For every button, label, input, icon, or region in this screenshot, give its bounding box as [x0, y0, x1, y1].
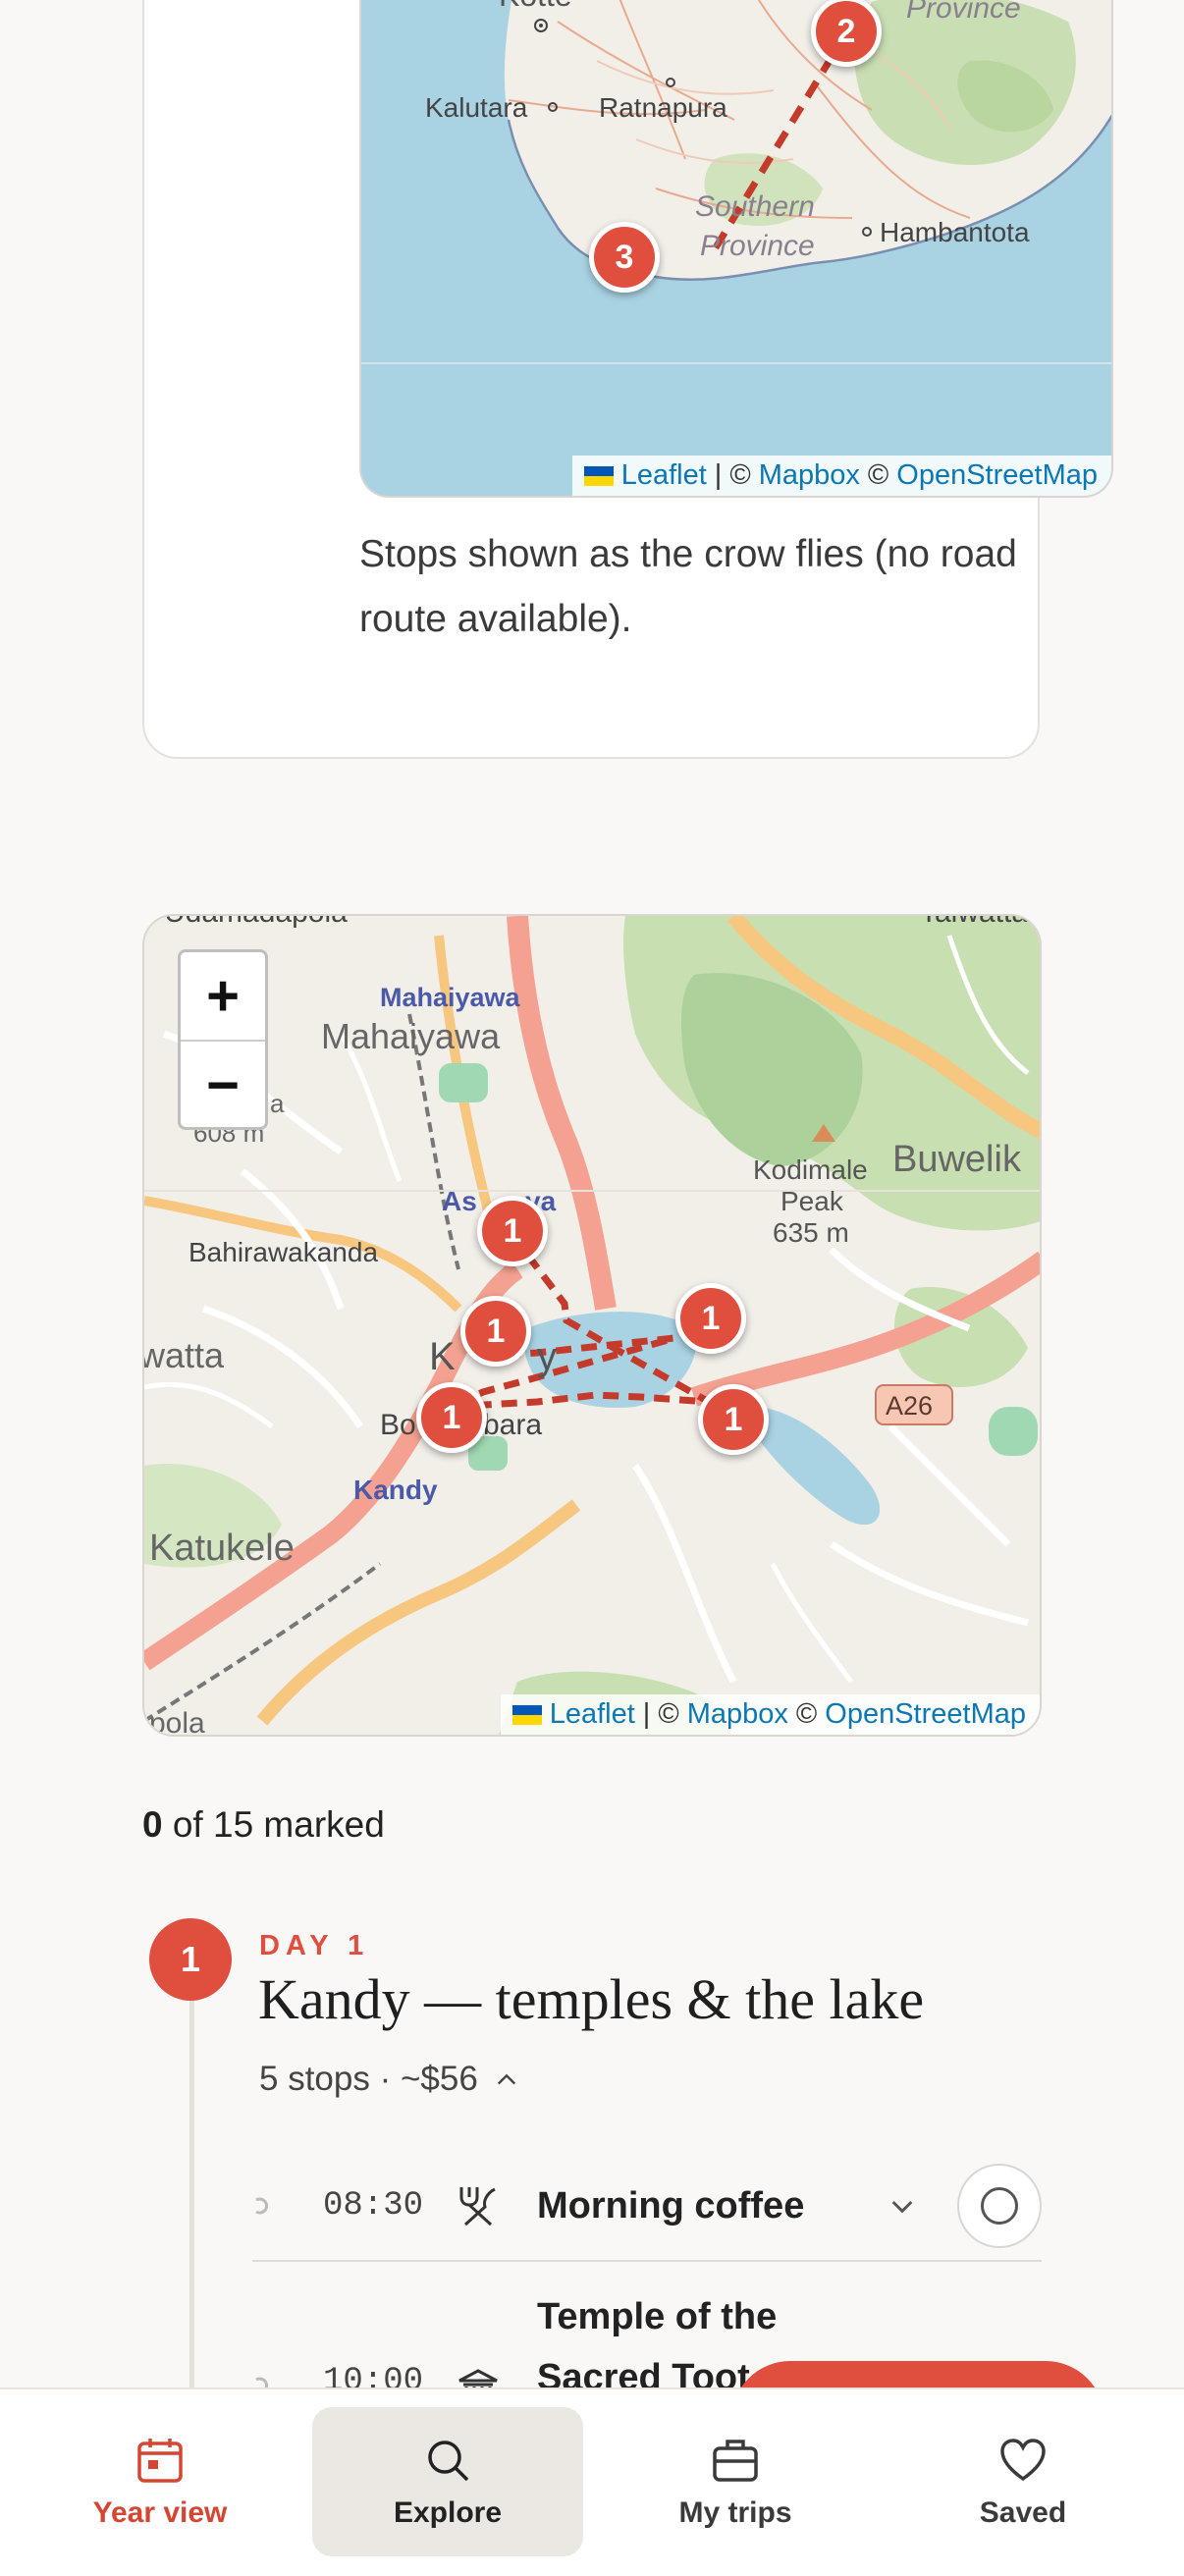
route-map[interactable]: Kotte Province Kalutara Ratnapura Southe… — [359, 0, 1113, 498]
map-attribution: Leaflet | © Mapbox © OpenStreetMap — [500, 1694, 1040, 1735]
mapbox-link[interactable]: Mapbox — [759, 459, 860, 492]
day-marker[interactable]: 1 — [477, 1196, 548, 1266]
zoom-out-button[interactable]: − — [181, 1042, 265, 1129]
day-title: Kandy — temples & the lake — [258, 1967, 925, 2031]
nav-label: Explore — [393, 2496, 503, 2529]
mark-done-button[interactable] — [957, 2164, 1042, 2248]
map-label-province: Province — [700, 230, 815, 262]
chevron-up-icon — [497, 2073, 515, 2085]
attribution-copyright: © — [729, 459, 751, 491]
ukraine-flag-icon — [511, 1704, 542, 1725]
map-label-southern: Southern — [695, 190, 815, 223]
map-label-kandy-station: Kandy — [353, 1475, 438, 1505]
leaflet-link[interactable]: Leaflet — [621, 459, 707, 492]
day-map-tiles: Udamadapola Talwatta Mahaiyawa Mahaiyawa… — [144, 916, 1040, 1737]
marked-count: 0 of 15 marked — [142, 1804, 385, 1846]
map-label-a: a — [270, 1089, 285, 1118]
map-label-kodimale: Kodimale — [753, 1154, 868, 1185]
attribution-copyright: © — [658, 1698, 679, 1730]
day-marker[interactable]: 1 — [460, 1296, 531, 1367]
map-label-mahaiyawa: Mahaiyawa — [321, 1016, 501, 1056]
map-label-asgiriya: As — [442, 1186, 477, 1216]
map-label-katukele: Katukele — [149, 1528, 295, 1569]
day-map[interactable]: Udamadapola Talwatta Mahaiyawa Mahaiyawa… — [142, 914, 1042, 1737]
route-map-tiles: Kotte Province Kalutara Ratnapura Southe… — [361, 0, 1111, 496]
map-label-watta: watta — [144, 1335, 225, 1375]
map-label-ratnapura: Ratnapura — [599, 92, 727, 123]
nav-my-trips[interactable]: My trips — [600, 2407, 871, 2556]
zoom-control: + − — [178, 949, 268, 1130]
attribution-separator: | — [714, 459, 723, 491]
briefcase-icon — [713, 2440, 758, 2482]
marked-count-text: of 15 marked — [162, 1804, 385, 1845]
map-label-kalutara: Kalutara — [425, 92, 528, 123]
map-label-udamadapola: Udamadapola — [164, 916, 348, 929]
mapbox-link[interactable]: Mapbox — [687, 1698, 788, 1731]
map-label-bogambara-bara: bara — [483, 1409, 542, 1441]
search-icon — [428, 2441, 469, 2482]
nav-label: Saved — [979, 2496, 1067, 2529]
day-summary: 5 stops · ~$56 — [259, 2060, 478, 2098]
heart-icon — [1000, 2439, 1046, 2482]
nav-explore[interactable]: Explore — [312, 2407, 583, 2556]
map-label-pola: pola — [149, 1707, 205, 1737]
map-label-elevation-635: 635 m — [773, 1217, 849, 1248]
map-label-bogambara-bo: Bo — [380, 1409, 416, 1441]
calendar-icon — [137, 2439, 183, 2483]
day-number-badge: 1 — [149, 1918, 232, 2001]
nav-label: Year view — [92, 2496, 228, 2529]
map-attribution: Leaflet | © Mapbox © OpenStreetMap — [571, 456, 1111, 496]
stop-title: Morning coffee — [537, 2184, 805, 2227]
day-label: DAY 1 — [259, 1930, 370, 1961]
map-label-talwatta: Talwatta — [920, 916, 1028, 929]
osm-link[interactable]: OpenStreetMap — [825, 1698, 1026, 1731]
map-label-kandy-y: y — [537, 1335, 557, 1378]
map-label-mahaiyawa-station: Mahaiyawa — [380, 983, 521, 1012]
cutlery-icon — [459, 2187, 496, 2227]
leaflet-link[interactable]: Leaflet — [550, 1698, 635, 1731]
map-label-a26: A26 — [886, 1391, 933, 1421]
stop-title-line1: Temple of the — [537, 2296, 778, 2337]
nav-label: My trips — [678, 2496, 792, 2529]
osm-link[interactable]: OpenStreetMap — [896, 459, 1098, 492]
nav-year-view[interactable]: Year view — [25, 2407, 296, 2556]
map-label-hambantota: Hambantota — [880, 217, 1030, 247]
day-marker[interactable]: 1 — [416, 1382, 487, 1453]
attribution-copyright: © — [867, 459, 889, 491]
stop-row[interactable]: 08:30 Morning coffee — [252, 2152, 1042, 2262]
map-label-peak: Peak — [780, 1186, 844, 1216]
drag-handle-icon[interactable] — [252, 2197, 270, 2215]
map-label-kandy-k: K — [429, 1335, 456, 1378]
chevron-down-icon[interactable] — [887, 2190, 918, 2222]
route-card: Kotte Province Kalutara Ratnapura Southe… — [142, 0, 1113, 759]
map-label-bahirawakanda: Bahirawakanda — [188, 1237, 378, 1267]
attribution-copyright: © — [795, 1698, 818, 1730]
checkbox-circle-icon — [981, 2187, 1018, 2225]
zoom-in-button[interactable]: + — [181, 952, 265, 1042]
ukraine-flag-icon — [583, 465, 614, 486]
nav-saved[interactable]: Saved — [888, 2407, 1158, 2556]
map-label-buwelik: Buwelik — [892, 1139, 1022, 1180]
marked-count-number: 0 — [142, 1804, 163, 1845]
map-label-province-top: Province — [906, 0, 1021, 25]
route-caption: Stops shown as the crow flies (no road r… — [359, 533, 1017, 640]
stop-time: 08:30 — [323, 2187, 424, 2225]
route-marker-3[interactable]: 3 — [589, 222, 660, 293]
day-marker[interactable]: 1 — [675, 1283, 746, 1354]
bottom-navigation: Year view Explore My trips Saved — [0, 2388, 1184, 2576]
map-label-kotte: Kotte — [499, 0, 572, 13]
day-summary-toggle[interactable]: 5 stops · ~$56 — [259, 2060, 517, 2099]
day-timeline-line — [189, 1954, 194, 2395]
day-marker[interactable]: 1 — [698, 1384, 769, 1455]
attribution-separator: | — [642, 1698, 651, 1730]
